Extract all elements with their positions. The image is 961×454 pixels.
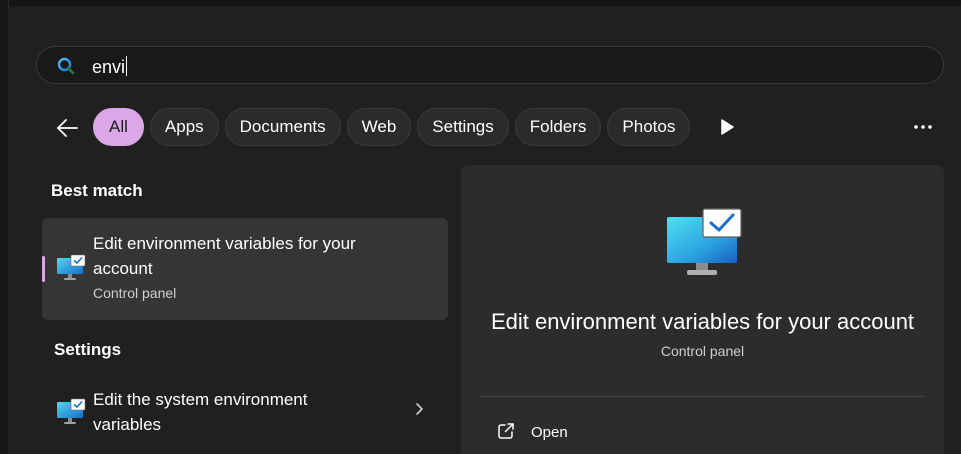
filter-web[interactable]: Web (346, 108, 412, 146)
text-caret (126, 56, 128, 76)
control-panel-monitor-icon (667, 208, 742, 275)
preview-divider (481, 396, 924, 397)
open-label: Open (531, 424, 568, 441)
filter-documents[interactable]: Documents (224, 108, 341, 146)
back-arrow-icon[interactable] (54, 115, 80, 141)
filter-apps[interactable]: Apps (149, 108, 219, 146)
filter-bar: All Apps Documents Web Settings Folders … (93, 108, 691, 146)
filter-photos[interactable]: Photos (607, 108, 691, 146)
control-panel-monitor-icon (57, 254, 86, 280)
play-icon[interactable] (718, 118, 736, 136)
settings-heading: Settings (54, 340, 122, 359)
best-match-heading: Best match (51, 181, 143, 200)
control-panel-monitor-icon (57, 398, 86, 424)
settings-result-title-line2: variables (93, 415, 162, 434)
preview-subtitle: Control panel (660, 343, 745, 359)
result-subtitle: Control panel (93, 285, 177, 301)
search-input[interactable]: envi (36, 46, 944, 84)
filter-all[interactable]: All (93, 108, 144, 146)
open-external-icon (498, 423, 514, 439)
settings-result-title-line1: Edit the system environment (93, 390, 308, 409)
best-match-result[interactable]: Edit environment variables for your acco… (42, 218, 448, 320)
settings-result[interactable]: Edit the system environment variables (42, 380, 448, 442)
result-title-line2: account (93, 259, 153, 278)
selection-indicator (42, 256, 45, 282)
preview-title: Edit environment variables for your acco… (490, 309, 915, 334)
preview-pane: Edit environment variables for your acco… (461, 165, 944, 454)
more-options-icon[interactable] (912, 122, 934, 132)
filter-folders[interactable]: Folders (514, 108, 602, 146)
search-query[interactable]: envi (92, 56, 128, 78)
chevron-right-icon (416, 403, 423, 415)
search-icon (57, 57, 75, 75)
result-title-line1: Edit environment variables for your (93, 234, 356, 253)
open-action[interactable]: Open (481, 417, 781, 447)
filter-settings[interactable]: Settings (417, 108, 509, 146)
